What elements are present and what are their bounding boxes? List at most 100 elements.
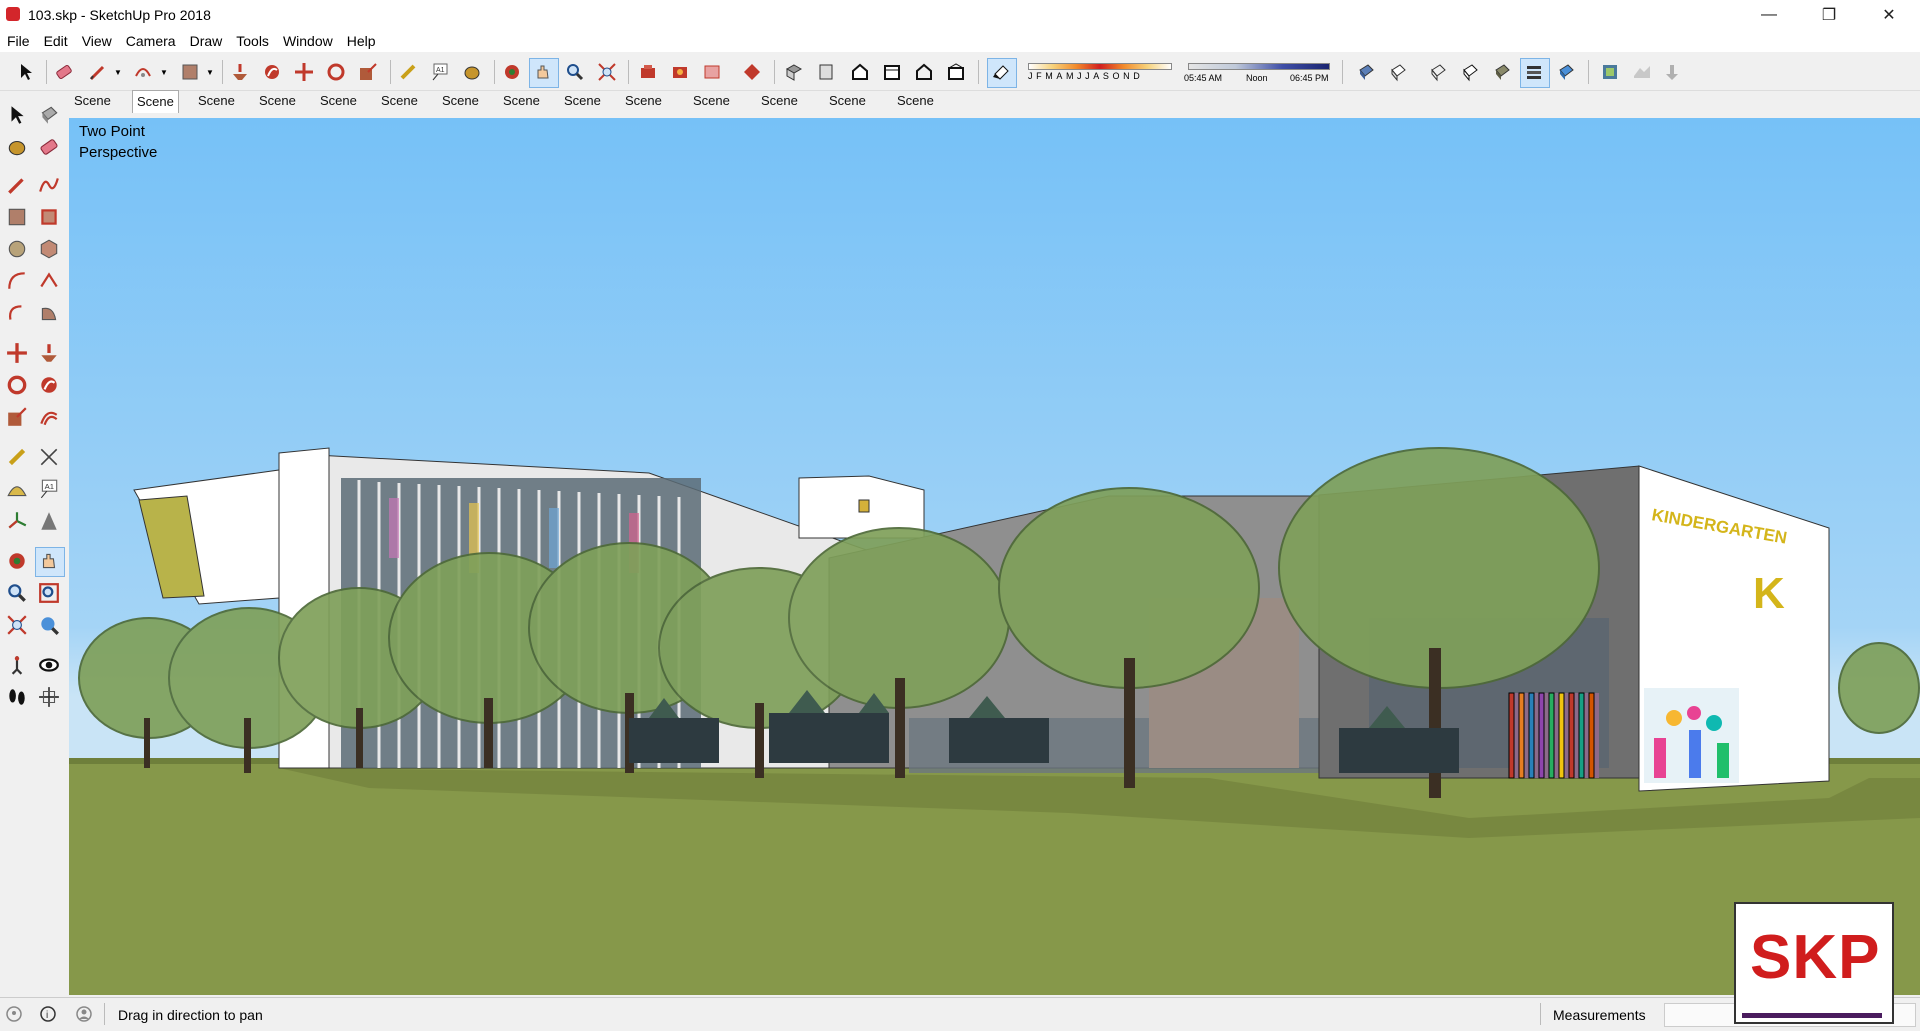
circle-icon[interactable]	[6, 238, 28, 260]
rotated-rectangle-icon[interactable]	[38, 206, 60, 228]
zoom-icon[interactable]	[6, 582, 28, 604]
select-arrow-icon[interactable]	[16, 62, 36, 82]
polygon-icon[interactable]	[38, 238, 60, 260]
rectangle-icon[interactable]	[6, 206, 28, 228]
scene-tab-10[interactable]: Scene 10	[621, 90, 666, 130]
menu-view[interactable]: View	[75, 30, 119, 49]
menu-file[interactable]: File	[0, 30, 37, 49]
share-component-icon[interactable]	[702, 62, 722, 82]
left-view-icon[interactable]	[946, 62, 966, 82]
menu-camera[interactable]: Camera	[119, 30, 183, 49]
close-button[interactable]: ✕	[1866, 0, 1912, 30]
scene-tab-11[interactable]: Scene 11	[689, 90, 734, 130]
zoom-extents-icon[interactable]	[597, 62, 617, 82]
scene-tab-7[interactable]: Scene 7	[438, 90, 483, 130]
rotate-icon[interactable]	[326, 62, 346, 82]
move-icon[interactable]	[6, 342, 28, 364]
paint-bucket-icon[interactable]	[6, 136, 28, 158]
arc-icon[interactable]	[6, 270, 28, 292]
top-view-icon[interactable]	[816, 62, 836, 82]
protractor-icon[interactable]	[6, 478, 28, 500]
scene-tab-2[interactable]: Scene 2	[132, 90, 179, 131]
paint-bucket-icon[interactable]	[462, 62, 482, 82]
shadows-icon[interactable]	[991, 62, 1011, 82]
scene-tab-6[interactable]: Scene 6	[377, 90, 422, 130]
scene-tab-4[interactable]: Scene 4	[255, 90, 300, 130]
minimize-button[interactable]: —	[1746, 0, 1792, 30]
credits-info-icon[interactable]: i	[40, 1006, 56, 1022]
move-icon[interactable]	[294, 62, 314, 82]
section-plane-icon[interactable]	[38, 686, 60, 708]
follow-me-icon[interactable]	[262, 62, 282, 82]
previous-view-icon[interactable]	[38, 614, 60, 636]
scene-tab-8[interactable]: Scene 8	[499, 90, 544, 130]
chevron-down-icon[interactable]: ▼	[114, 68, 122, 77]
freehand-icon[interactable]	[38, 174, 60, 196]
chevron-down-icon[interactable]: ▼	[160, 68, 168, 77]
zoom-window-icon[interactable]	[38, 582, 60, 604]
rectangle-shape-icon[interactable]	[180, 62, 200, 82]
scene-tab-9[interactable]: Scene 9	[560, 90, 605, 130]
axes-icon[interactable]	[6, 510, 28, 532]
scene-tab-12[interactable]: Scene 12	[757, 90, 802, 130]
orbit-icon[interactable]	[6, 550, 28, 572]
line-pencil-icon[interactable]	[88, 62, 108, 82]
hidden-line-icon[interactable]	[1460, 62, 1480, 82]
arc-icon[interactable]	[133, 62, 153, 82]
user-account-icon[interactable]	[76, 1006, 92, 1022]
make-component-icon[interactable]	[38, 104, 60, 126]
select-icon[interactable]	[6, 104, 28, 126]
menu-tools[interactable]: Tools	[229, 30, 276, 49]
back-edges-icon[interactable]	[1388, 62, 1408, 82]
menu-help[interactable]: Help	[340, 30, 383, 49]
front-view-icon[interactable]	[850, 62, 870, 82]
photo-texture-icon[interactable]	[1664, 62, 1684, 82]
monochrome-icon[interactable]	[1556, 62, 1576, 82]
push-pull-icon[interactable]	[230, 62, 250, 82]
position-camera-icon[interactable]	[6, 654, 28, 676]
scene-tab-3[interactable]: Scene 3	[194, 90, 239, 130]
scene-tab-5[interactable]: Scene 5	[316, 90, 361, 130]
tape-measure-icon[interactable]	[6, 446, 28, 468]
pie-icon[interactable]	[38, 302, 60, 324]
eraser-icon[interactable]	[54, 62, 74, 82]
orbit-icon[interactable]	[502, 62, 522, 82]
shaded-icon[interactable]	[1492, 62, 1512, 82]
shadow-month-slider[interactable]: JFMAMJJASOND	[1024, 61, 1174, 87]
scene-tab-1[interactable]: Scene 1	[70, 90, 115, 130]
menu-draw[interactable]: Draw	[183, 30, 230, 49]
3d-text-icon[interactable]	[38, 510, 60, 532]
scale-icon[interactable]	[358, 62, 378, 82]
back-view-icon[interactable]	[914, 62, 934, 82]
line-icon[interactable]	[6, 174, 28, 196]
dimension-icon[interactable]	[38, 446, 60, 468]
tape-measure-icon[interactable]	[398, 62, 418, 82]
iso-view-icon[interactable]	[784, 62, 804, 82]
wireframe-icon[interactable]	[1428, 62, 1448, 82]
three-point-arc-icon[interactable]	[6, 302, 28, 324]
chevron-down-icon[interactable]: ▼	[206, 68, 214, 77]
geo-location-icon[interactable]	[6, 1006, 22, 1022]
scene-tab-13[interactable]: Scene 13	[825, 90, 870, 130]
warehouse-icon[interactable]	[638, 62, 658, 82]
pan-hand-icon[interactable]	[533, 62, 553, 82]
zoom-extents-icon[interactable]	[6, 614, 28, 636]
menu-window[interactable]: Window	[276, 30, 340, 49]
share-model-icon[interactable]	[670, 62, 690, 82]
pan-hand-icon[interactable]	[38, 550, 60, 572]
rotate-icon[interactable]	[6, 374, 28, 396]
scene-tab-14[interactable]: Scene 14	[893, 90, 938, 130]
toggle-terrain-icon[interactable]	[1632, 62, 1652, 82]
extension-warehouse-icon[interactable]	[742, 62, 762, 82]
text-tool-icon[interactable]: A1	[430, 62, 450, 82]
xray-icon[interactable]	[1356, 62, 1376, 82]
follow-me-icon[interactable]	[38, 374, 60, 396]
model-viewport[interactable]: KINDERGARTEN K Two Point Perspective	[69, 118, 1920, 995]
zoom-icon[interactable]	[565, 62, 585, 82]
push-pull-icon[interactable]	[38, 342, 60, 364]
offset-icon[interactable]	[38, 406, 60, 428]
look-around-icon[interactable]	[38, 654, 60, 676]
scale-icon[interactable]	[6, 406, 28, 428]
right-view-icon[interactable]	[882, 62, 902, 82]
eraser-icon[interactable]	[38, 136, 60, 158]
